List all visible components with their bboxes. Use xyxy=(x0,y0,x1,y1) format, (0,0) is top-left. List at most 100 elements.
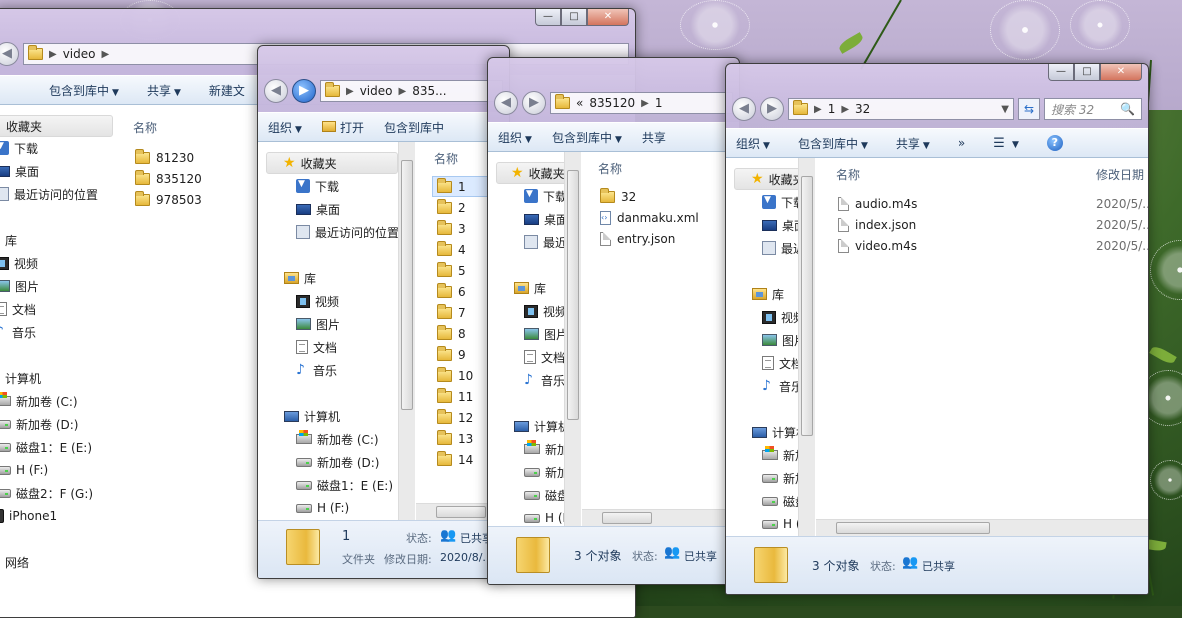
nav-favorites[interactable]: 收藏夹 xyxy=(0,115,113,137)
nav-drive-f[interactable]: H (F:) xyxy=(296,497,349,519)
breadcrumb-835120[interactable]: 835... xyxy=(412,84,446,98)
minimize-button[interactable]: — xyxy=(1048,64,1074,81)
nav-recent-places[interactable]: 最近访问的位置 xyxy=(296,221,398,243)
include-in-library-menu[interactable]: 包含到库中 ▼ xyxy=(798,135,868,152)
help-icon[interactable]: ? xyxy=(1046,135,1063,151)
nav-drive-f[interactable]: H (F:) xyxy=(0,459,48,481)
folder-item[interactable]: 3 xyxy=(437,218,466,239)
column-header-modified[interactable]: 修改日期 xyxy=(1096,166,1144,183)
breadcrumb-1[interactable]: 1 xyxy=(655,96,663,110)
nav-documents[interactable]: 文档 xyxy=(762,352,798,374)
nav-desktop[interactable]: 桌面 xyxy=(762,214,798,236)
include-in-library-menu[interactable]: 包含到库中 ▼ xyxy=(552,129,622,146)
nav-pane-scrollbar[interactable] xyxy=(564,152,581,526)
search-input[interactable]: 搜索 32 🔍 xyxy=(1044,98,1142,120)
folder-item[interactable]: 2 xyxy=(437,197,466,218)
forward-button[interactable]: ▶ xyxy=(522,91,546,115)
share-menu[interactable]: 共享 ▼ xyxy=(147,82,181,99)
open-button[interactable]: 打开 xyxy=(321,119,364,136)
nav-videos[interactable]: 视频 xyxy=(0,252,38,274)
nav-drive-c[interactable]: 新加卷 (C:) xyxy=(296,428,379,450)
file-item[interactable]: video.m4s xyxy=(838,235,917,256)
forward-button[interactable]: ▶ xyxy=(760,97,784,121)
organize-menu[interactable]: 组织 ▼ xyxy=(498,129,532,146)
change-view-icon[interactable]: ☰ ▼ xyxy=(993,136,1019,151)
back-button[interactable]: ◀ xyxy=(0,42,19,66)
nav-downloads[interactable]: 下载 xyxy=(762,191,798,213)
close-button[interactable]: ✕ xyxy=(587,9,629,26)
nav-music[interactable]: ♪音乐 xyxy=(296,359,337,381)
nav-pane-scrollbar[interactable] xyxy=(798,158,815,536)
nav-drive-d[interactable]: 新加卷 (D:) xyxy=(524,461,564,483)
close-button[interactable]: ✕ xyxy=(1100,64,1142,81)
nav-recent-places[interactable]: 最近访问的位置 xyxy=(0,183,98,205)
nav-drive-e[interactable]: 磁盘1：E (E:) xyxy=(762,490,798,512)
refresh-button[interactable]: ⇆ xyxy=(1018,98,1040,120)
nav-network[interactable]: 网络 xyxy=(5,551,29,573)
back-button[interactable]: ◀ xyxy=(732,97,756,121)
organize-menu[interactable]: 组织 ▼ xyxy=(268,119,302,136)
folder-item[interactable]: 32 xyxy=(600,186,636,207)
nav-favorites[interactable]: ★收藏夹 xyxy=(734,168,798,190)
nav-documents[interactable]: 文档 xyxy=(524,346,564,368)
explorer-window-835120[interactable]: ◀ ▶ ▶ video ▶ 835... 组织▼ 打开 包含到库中 ★收藏夹 下… xyxy=(257,45,510,579)
nav-music[interactable]: ♪音乐 xyxy=(0,321,36,343)
nav-libraries[interactable]: 库 xyxy=(514,277,546,299)
nav-drive-c[interactable]: 新加卷 (C:) xyxy=(0,390,78,412)
nav-libraries[interactable]: 库 xyxy=(752,283,784,305)
address-dropdown-icon[interactable]: ▼ xyxy=(1001,104,1009,115)
nav-downloads[interactable]: 下载 xyxy=(0,137,38,159)
nav-drive-e[interactable]: 磁盘1：E (E:) xyxy=(0,436,92,458)
nav-desktop[interactable]: 桌面 xyxy=(524,208,564,230)
nav-pane-scrollbar[interactable] xyxy=(398,142,415,520)
nav-drive-d[interactable]: 新加卷 (D:) xyxy=(762,467,798,489)
column-header-name[interactable]: 名称 xyxy=(598,160,622,177)
folder-item[interactable]: 14 xyxy=(437,449,473,470)
nav-iphone[interactable]: iPhone1 xyxy=(0,505,57,527)
folder-item[interactable]: 10 xyxy=(437,365,473,386)
nav-pictures[interactable]: 图片 xyxy=(524,323,564,345)
nav-recent-places[interactable]: 最近访问的位置 xyxy=(524,231,564,253)
nav-favorites[interactable]: ★收藏夹 xyxy=(266,152,398,174)
address-bar[interactable]: ▶ 1 ▶ 32 ▼ xyxy=(788,98,1014,120)
nav-music[interactable]: ♪音乐 xyxy=(762,375,798,397)
include-in-library-menu[interactable]: 包含到库中 xyxy=(384,119,444,136)
folder-item[interactable]: 81230 xyxy=(135,147,194,168)
file-item[interactable]: entry.json xyxy=(600,228,675,249)
nav-videos[interactable]: 视频 xyxy=(296,290,339,312)
nav-videos[interactable]: 视频 xyxy=(762,306,798,328)
back-button[interactable]: ◀ xyxy=(264,79,288,103)
nav-documents[interactable]: 文档 xyxy=(296,336,337,358)
folder-item[interactable]: 8 xyxy=(437,323,466,344)
share-menu[interactable]: 共享 ▼ xyxy=(896,135,930,152)
folder-item[interactable]: 5 xyxy=(437,260,466,281)
folder-item[interactable]: 9 xyxy=(437,344,466,365)
nav-drive-e[interactable]: 磁盘1：E (E:) xyxy=(296,474,393,496)
back-button[interactable]: ◀ xyxy=(494,91,518,115)
nav-recent-places[interactable]: 最近访问的位置 xyxy=(762,237,798,259)
nav-computer[interactable]: 计算机 xyxy=(514,415,564,437)
nav-pictures[interactable]: 图片 xyxy=(0,275,39,297)
breadcrumb-1[interactable]: 1 xyxy=(828,102,836,116)
content-horizontal-scrollbar[interactable] xyxy=(816,519,1148,536)
nav-videos[interactable]: 视频 xyxy=(524,300,564,322)
forward-button[interactable]: ▶ xyxy=(292,79,316,103)
column-header-name[interactable]: 名称 xyxy=(836,166,860,183)
folder-item[interactable]: 835120 xyxy=(135,168,202,189)
file-item[interactable]: audio.m4s xyxy=(838,193,917,214)
breadcrumb-32[interactable]: 32 xyxy=(855,102,870,116)
nav-libraries[interactable]: 库 xyxy=(5,229,17,251)
column-header-name[interactable]: 名称 xyxy=(434,150,458,167)
folder-item[interactable]: 6 xyxy=(437,281,466,302)
nav-documents[interactable]: 文档 xyxy=(0,298,36,320)
content-horizontal-scrollbar[interactable] xyxy=(582,509,739,526)
nav-drive-e[interactable]: 磁盘1：E (E:) xyxy=(524,484,564,506)
nav-pictures[interactable]: 图片 xyxy=(762,329,798,351)
folder-item[interactable]: 13 xyxy=(437,428,473,449)
file-item[interactable]: index.json xyxy=(838,214,916,235)
folder-item[interactable]: 7 xyxy=(437,302,466,323)
nav-downloads[interactable]: 下载 xyxy=(524,185,564,207)
nav-desktop[interactable]: 桌面 xyxy=(296,198,340,220)
nav-favorites[interactable]: ★收藏夹 xyxy=(496,162,564,184)
file-item[interactable]: danmaku.xml xyxy=(600,207,699,228)
